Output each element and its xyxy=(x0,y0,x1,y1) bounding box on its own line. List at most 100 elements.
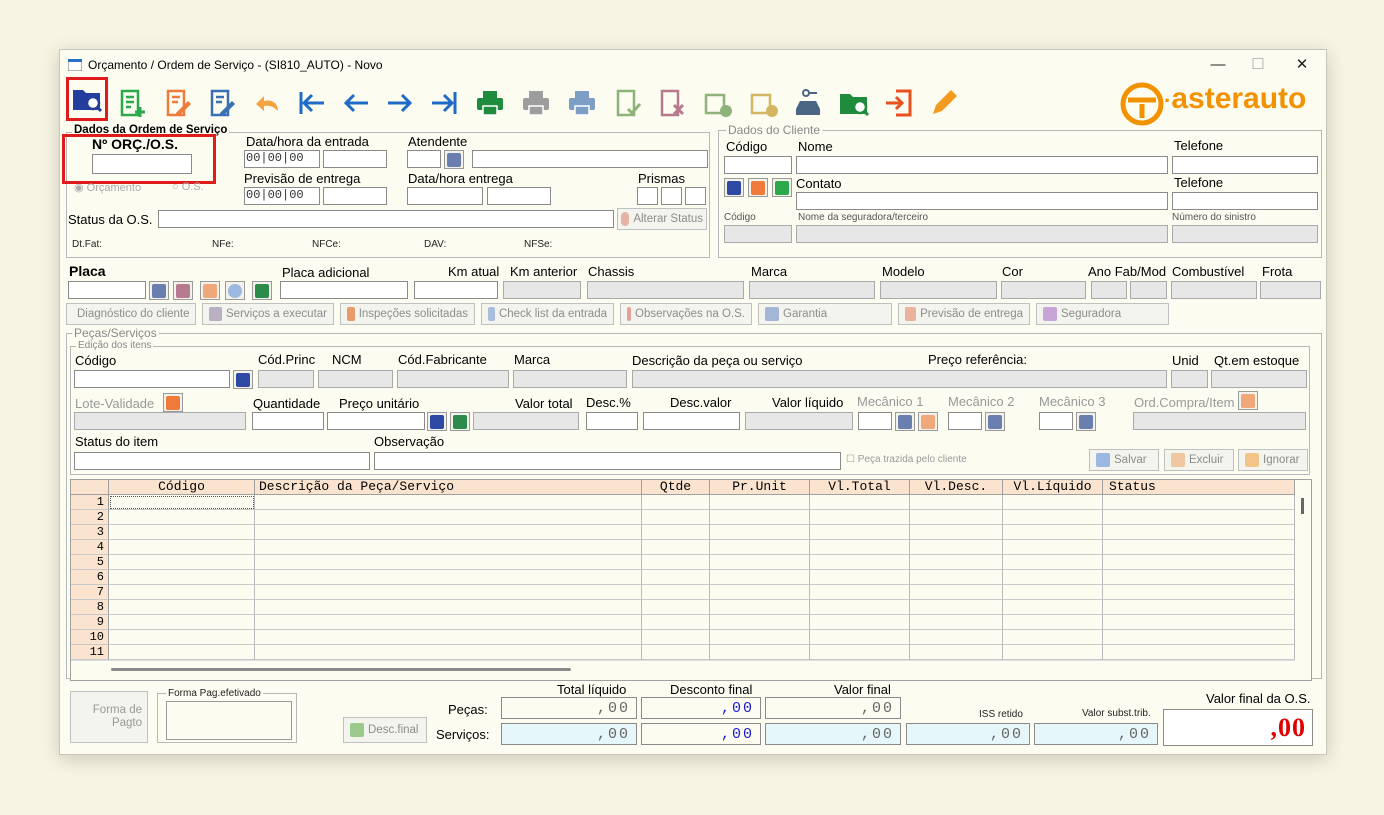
tab-servicos[interactable]: Serviços a executar xyxy=(202,303,334,325)
forma-pagto-button[interactable]: Forma de Pagto xyxy=(70,691,148,743)
previsao-data-input[interactable]: 00|00|00 xyxy=(244,187,320,205)
grid-cell[interactable] xyxy=(710,510,810,525)
ano-mod-input[interactable] xyxy=(1130,281,1167,299)
previsao-hora-input[interactable] xyxy=(323,187,387,205)
grid-cell[interactable] xyxy=(642,630,710,645)
maximize-button[interactable]: ☐ xyxy=(1238,54,1278,76)
grid-header[interactable]: Código xyxy=(109,480,255,495)
search-folder-icon[interactable] xyxy=(66,77,108,121)
tab-checklist[interactable]: Check list da entrada xyxy=(481,303,614,325)
modelo-input[interactable] xyxy=(880,281,997,299)
grid-cell[interactable] xyxy=(255,555,642,570)
grid-header[interactable]: Descrição da Peça/Serviço xyxy=(255,480,642,495)
grid-hscroll-thumb[interactable] xyxy=(111,668,571,671)
placa-search-button[interactable] xyxy=(149,281,169,300)
grid-cell[interactable] xyxy=(255,570,642,585)
grid-cell[interactable] xyxy=(810,645,910,660)
grid-cell[interactable] xyxy=(910,615,1003,630)
preco-green-button[interactable] xyxy=(450,412,470,431)
telefone1-input[interactable] xyxy=(1172,156,1318,174)
grid-cell[interactable] xyxy=(810,570,910,585)
grid-cell[interactable] xyxy=(255,510,642,525)
grid-cell[interactable] xyxy=(1103,495,1295,510)
item-codigo-input[interactable] xyxy=(74,370,230,388)
grid-cell[interactable] xyxy=(1103,525,1295,540)
mec1-search-button[interactable] xyxy=(895,412,915,431)
new-document-icon[interactable] xyxy=(112,83,152,123)
grid-cell[interactable] xyxy=(642,585,710,600)
grid-cell[interactable] xyxy=(1003,600,1103,615)
grid-cell[interactable] xyxy=(255,525,642,540)
grid-cell[interactable] xyxy=(109,495,255,510)
preco-unit-input[interactable] xyxy=(327,412,425,430)
mec1-edit-button[interactable] xyxy=(918,412,938,431)
tab-seguradora[interactable]: Seguradora xyxy=(1036,303,1169,325)
grid-cell[interactable] xyxy=(109,600,255,615)
grid-cell[interactable] xyxy=(1103,645,1295,660)
tab-inspecoes[interactable]: Inspeções solicitadas xyxy=(340,303,475,325)
grid-cell[interactable] xyxy=(810,585,910,600)
tab-garantia[interactable]: Garantia xyxy=(758,303,892,325)
print-gray-icon[interactable] xyxy=(516,83,556,123)
placa-add-button[interactable] xyxy=(252,281,272,300)
grid-cell[interactable] xyxy=(1103,630,1295,645)
grid-cell[interactable] xyxy=(1103,570,1295,585)
placa-info-button[interactable] xyxy=(225,281,245,300)
grid-cell[interactable] xyxy=(1003,540,1103,555)
grid-cell[interactable] xyxy=(109,555,255,570)
prisma-1-input[interactable] xyxy=(637,187,658,205)
desc-valor-input[interactable] xyxy=(643,412,740,430)
items-grid[interactable]: Código Descrição da Peça/Serviço Qtde Pr.Un… xyxy=(70,479,1312,681)
salvar-button[interactable]: Salvar xyxy=(1089,449,1159,471)
next-icon[interactable] xyxy=(380,83,420,123)
ord-compra-input[interactable] xyxy=(1133,412,1306,430)
grid-cell[interactable] xyxy=(910,525,1003,540)
grid-header[interactable]: Pr.Unit xyxy=(710,480,810,495)
grid-cell[interactable] xyxy=(109,615,255,630)
grid-cell[interactable] xyxy=(109,540,255,555)
add-money-icon[interactable] xyxy=(698,83,738,123)
qt-estoque-input[interactable] xyxy=(1211,370,1307,388)
sinistro-input[interactable] xyxy=(1172,225,1318,243)
grid-cell[interactable] xyxy=(255,600,642,615)
previous-icon[interactable] xyxy=(336,83,376,123)
grid-cell[interactable] xyxy=(1103,555,1295,570)
descricao-input[interactable] xyxy=(632,370,1167,388)
hora-entrada-input[interactable] xyxy=(323,150,387,168)
grid-cell[interactable] xyxy=(109,510,255,525)
ignorar-button[interactable]: Ignorar xyxy=(1238,449,1308,471)
desc-final-button[interactable]: Desc.final xyxy=(343,717,427,743)
grid-cell[interactable] xyxy=(109,525,255,540)
grid-cell[interactable] xyxy=(810,555,910,570)
last-icon[interactable] xyxy=(424,83,464,123)
preco-search-button[interactable] xyxy=(427,412,447,431)
combustivel-input[interactable] xyxy=(1171,281,1257,299)
cliente-codigo-input[interactable] xyxy=(724,156,792,174)
tab-observacoes[interactable]: Observações na O.S. xyxy=(620,303,752,325)
cod-princ-input[interactable] xyxy=(258,370,314,388)
status-item-input[interactable] xyxy=(74,452,370,470)
grid-cell[interactable] xyxy=(710,630,810,645)
grid-cell[interactable] xyxy=(642,525,710,540)
tab-diagnostico[interactable]: Diagnóstico do cliente xyxy=(66,303,196,325)
grid-cell[interactable] xyxy=(710,600,810,615)
grid-cell[interactable] xyxy=(1103,600,1295,615)
grid-cell[interactable] xyxy=(1003,645,1103,660)
mec1-input[interactable] xyxy=(858,412,892,430)
valor-total-input[interactable] xyxy=(473,412,579,430)
grid-header[interactable]: Vl.Total xyxy=(810,480,910,495)
grid-header[interactable]: Vl.Desc. xyxy=(910,480,1003,495)
grid-cell[interactable] xyxy=(910,585,1003,600)
lote-edit-button[interactable] xyxy=(163,393,183,412)
mec3-search-button[interactable] xyxy=(1076,412,1096,431)
save-document-icon[interactable] xyxy=(202,83,242,123)
grid-cell[interactable] xyxy=(1103,540,1295,555)
grid-cell[interactable] xyxy=(255,630,642,645)
first-icon[interactable] xyxy=(292,83,332,123)
grid-cell[interactable] xyxy=(1103,615,1295,630)
cliente-nome-input[interactable] xyxy=(796,156,1168,174)
grid-cell[interactable] xyxy=(642,540,710,555)
placa-edit-button[interactable] xyxy=(200,281,220,300)
valor-liquido-input[interactable] xyxy=(745,412,853,430)
grid-cell[interactable] xyxy=(642,600,710,615)
